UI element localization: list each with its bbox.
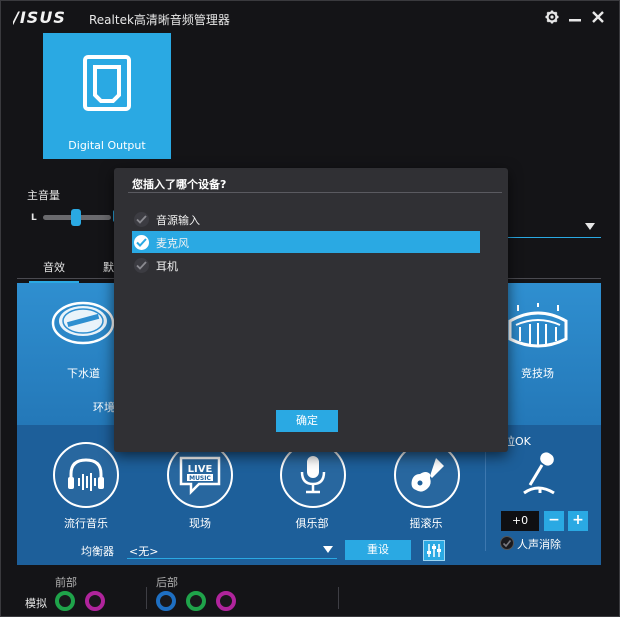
preset-live-label[interactable]: 现场 bbox=[155, 515, 245, 531]
digital-output-icon bbox=[83, 55, 131, 111]
headphones-icon[interactable] bbox=[53, 442, 119, 508]
app-window: /ISUS Realtek高清晰音频管理器 Digital Output 主音量… bbox=[0, 0, 620, 617]
jack-separator bbox=[338, 587, 339, 609]
karaoke-minus-button[interactable]: − bbox=[544, 511, 564, 531]
rear-jack-green[interactable] bbox=[186, 591, 206, 611]
sewer-pipe-icon[interactable] bbox=[49, 299, 119, 349]
equalizer-select[interactable]: <无> bbox=[127, 541, 337, 559]
analog-label: 模拟 bbox=[25, 597, 47, 610]
ok-button[interactable]: 确定 bbox=[276, 410, 338, 432]
master-volume-label: 主音量 bbox=[27, 189, 60, 202]
stadium-icon[interactable] bbox=[506, 303, 570, 353]
rear-jack-blue[interactable] bbox=[156, 591, 176, 611]
env-sewer-label[interactable]: 下水道 bbox=[67, 365, 100, 381]
dropdown-underline bbox=[506, 237, 601, 238]
chevron-down-icon[interactable] bbox=[323, 546, 333, 553]
option-headphones[interactable]: 耳机 bbox=[132, 254, 480, 276]
option-label: 麦克风 bbox=[156, 237, 189, 250]
front-jacks-label: 前部 bbox=[55, 576, 77, 589]
karaoke-value: +0 bbox=[501, 511, 539, 531]
karaoke-mic-icon bbox=[516, 451, 562, 497]
environment-label: 环境 bbox=[93, 401, 115, 414]
front-jack-green[interactable] bbox=[55, 591, 75, 611]
preset-club-label[interactable]: 俱乐部 bbox=[267, 515, 357, 531]
preset-rock-label[interactable]: 摇滚乐 bbox=[381, 515, 471, 531]
device-select-dialog: 您插入了哪个设备? 音源输入 麦克风 耳机 确定 bbox=[114, 168, 508, 452]
asus-logo: /ISUS bbox=[11, 8, 75, 30]
reset-button[interactable]: 重设 bbox=[345, 540, 411, 560]
volume-slider-handle[interactable] bbox=[71, 209, 81, 226]
tab-default[interactable]: 默 bbox=[103, 259, 114, 275]
tab-sound-effects[interactable]: 音效 bbox=[29, 259, 79, 283]
dialog-divider bbox=[128, 192, 502, 193]
equalizer-label: 均衡器 bbox=[81, 545, 114, 558]
vocal-cancel-checkbox[interactable] bbox=[500, 536, 514, 550]
vocal-cancel-label: 人声消除 bbox=[517, 538, 561, 551]
svg-text:LIVE: LIVE bbox=[188, 464, 213, 475]
karaoke-plus-button[interactable]: + bbox=[568, 511, 588, 531]
device-label: Digital Output bbox=[68, 139, 146, 152]
svg-text:/ISUS: /ISUS bbox=[13, 9, 66, 25]
app-title: Realtek高清晰音频管理器 bbox=[89, 13, 230, 27]
front-jack-pink[interactable] bbox=[85, 591, 105, 611]
svg-text:MUSIC: MUSIC bbox=[189, 475, 211, 482]
dialog-title: 您插入了哪个设备? bbox=[132, 178, 227, 191]
check-icon bbox=[134, 212, 149, 227]
device-tile-digital-output[interactable]: Digital Output bbox=[43, 33, 171, 159]
volume-left-label: L bbox=[31, 213, 37, 223]
check-icon bbox=[134, 258, 149, 273]
rear-jack-pink[interactable] bbox=[216, 591, 236, 611]
rear-jacks-label: 后部 bbox=[156, 576, 178, 589]
option-microphone[interactable]: 麦克风 bbox=[132, 231, 480, 253]
option-label: 音源输入 bbox=[156, 214, 200, 227]
title-bar: /ISUS Realtek高清晰音频管理器 bbox=[1, 1, 619, 35]
karaoke-label: 拉OK bbox=[504, 435, 531, 448]
equalizer-sliders-icon[interactable] bbox=[423, 540, 445, 561]
minimize-icon[interactable] bbox=[565, 7, 585, 27]
close-icon[interactable] bbox=[588, 7, 608, 27]
equalizer-selected-value: <无> bbox=[129, 545, 159, 558]
chevron-down-icon[interactable] bbox=[585, 223, 595, 230]
env-stadium-label[interactable]: 竞技场 bbox=[521, 365, 554, 381]
option-label: 耳机 bbox=[156, 260, 178, 273]
jack-separator bbox=[146, 587, 147, 609]
option-line-in[interactable]: 音源输入 bbox=[132, 208, 480, 230]
preset-pop-label[interactable]: 流行音乐 bbox=[41, 515, 131, 531]
gear-icon[interactable] bbox=[542, 7, 562, 27]
asus-logo-mark: /ISUS bbox=[11, 8, 66, 27]
check-icon bbox=[134, 235, 149, 250]
